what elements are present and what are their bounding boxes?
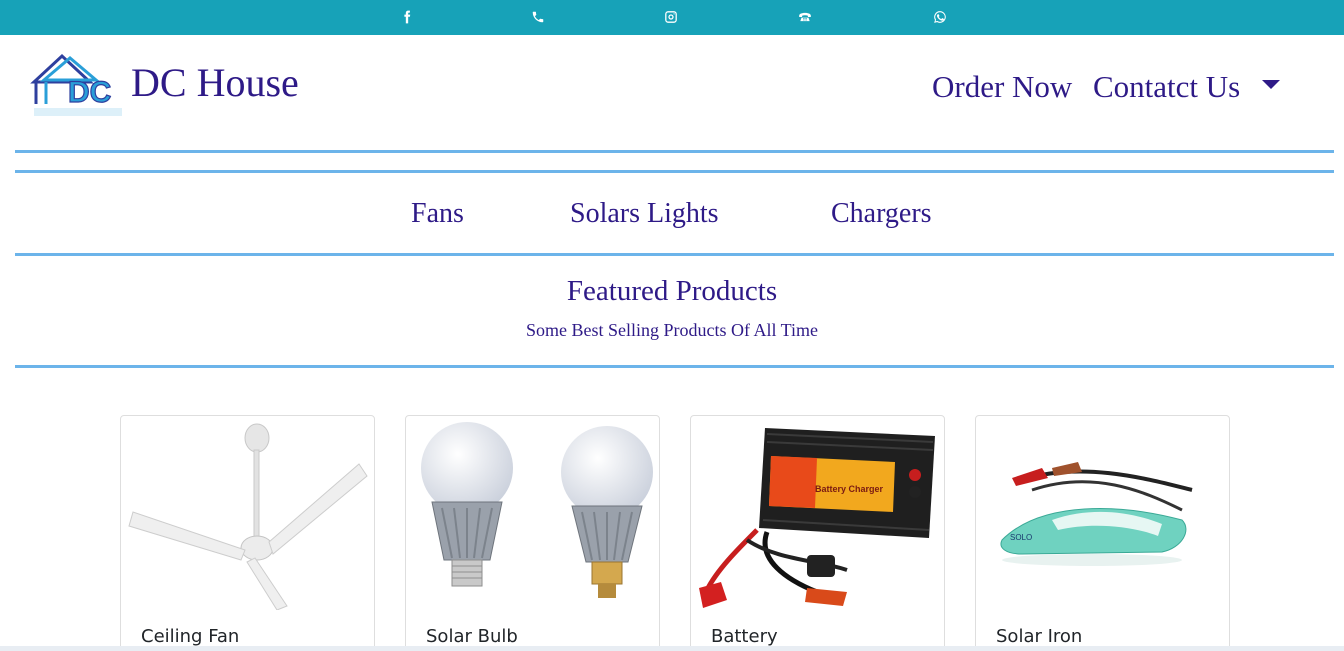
- product-card[interactable]: Solar Bulb: [405, 415, 660, 651]
- whatsapp-icon[interactable]: [930, 8, 950, 26]
- solar-iron-image: SOLO: [982, 420, 1225, 610]
- divider: [15, 253, 1334, 256]
- product-name[interactable]: Solar Bulb: [426, 626, 518, 647]
- scroll-edge: [0, 646, 1344, 651]
- chevron-down-icon[interactable]: [1262, 80, 1280, 89]
- solar-bulb-image: [412, 420, 655, 610]
- contact-us-link[interactable]: Contatct Us: [1093, 68, 1240, 106]
- product-card[interactable]: SOLO Solar Iron: [975, 415, 1230, 651]
- telephone-icon[interactable]: [795, 8, 815, 26]
- phone-icon[interactable]: [528, 8, 548, 26]
- category-chargers[interactable]: Chargers: [831, 196, 932, 232]
- product-name[interactable]: Solar Iron: [996, 626, 1082, 647]
- ceiling-fan-image: [127, 420, 370, 611]
- product-card[interactable]: Battery Charger Battery: [690, 415, 945, 651]
- featured-subtitle: Some Best Selling Products Of All Time: [525, 320, 819, 340]
- brand-name[interactable]: DC House: [131, 60, 299, 106]
- product-card[interactable]: Ceiling Fan: [120, 415, 375, 651]
- svg-text:Battery Charger: Battery Charger: [815, 484, 884, 494]
- instagram-icon[interactable]: [661, 8, 681, 26]
- svg-text:DC: DC: [68, 76, 111, 109]
- product-name[interactable]: Ceiling Fan: [141, 626, 239, 647]
- divider: [15, 365, 1334, 368]
- divider: [15, 150, 1334, 153]
- featured-title: Featured Products: [566, 275, 778, 307]
- category-fans[interactable]: Fans: [411, 196, 464, 232]
- divider: [15, 170, 1334, 173]
- order-now-link[interactable]: Order Now: [932, 68, 1072, 106]
- facebook-icon[interactable]: [397, 8, 417, 26]
- dc-house-logo[interactable]: DC: [30, 52, 124, 118]
- social-topbar: [0, 0, 1344, 35]
- category-solar-lights[interactable]: Solars Lights: [570, 196, 719, 232]
- svg-text:SOLO: SOLO: [1010, 533, 1032, 542]
- battery-charger-image: Battery Charger: [697, 420, 940, 610]
- product-name[interactable]: Battery: [711, 626, 778, 647]
